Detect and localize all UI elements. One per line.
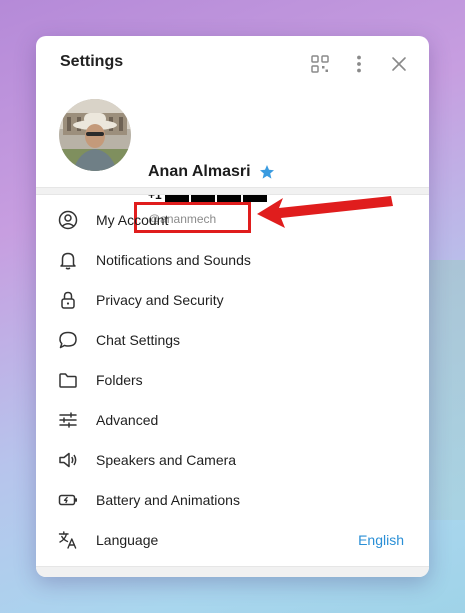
settings-dialog: Settings Anan Almasri +1 @ananmech My Ac… [36, 36, 429, 577]
folder-icon [57, 369, 79, 391]
chat-bubble-icon [57, 329, 79, 351]
dialog-title: Settings [60, 53, 124, 70]
menu-item-folders[interactable]: Folders [36, 360, 429, 400]
profile-section: Anan Almasri +1 @ananmech [36, 94, 429, 233]
battery-icon [57, 489, 79, 511]
menu-item-label: Privacy and Security [96, 292, 224, 308]
dialog-header: Settings [36, 36, 429, 94]
menu-item-language[interactable]: Language English [36, 520, 429, 560]
avatar[interactable] [59, 99, 131, 171]
menu-item-label: Chat Settings [96, 332, 181, 348]
profile-name: Anan Almasri [148, 163, 251, 180]
menu-item-privacy[interactable]: Privacy and Security [36, 280, 429, 320]
menu-item-label: My Account [96, 212, 169, 228]
menu-item-label: Notifications and Sounds [96, 252, 251, 268]
lock-icon [57, 289, 79, 311]
star-icon[interactable] [259, 164, 275, 180]
close-icon[interactable] [388, 53, 410, 75]
translate-icon [57, 529, 79, 551]
menu-item-label: Battery and Animations [96, 492, 240, 508]
menu-item-notifications[interactable]: Notifications and Sounds [36, 240, 429, 280]
menu-item-battery-animations[interactable]: Battery and Animations [36, 480, 429, 520]
profile-name-row: Anan Almasri [148, 163, 275, 181]
bottom-divider [36, 566, 429, 577]
menu-item-label: Language [96, 532, 159, 548]
speaker-icon [57, 449, 79, 471]
menu-item-label: Advanced [96, 412, 159, 428]
menu-item-label: Speakers and Camera [96, 452, 237, 468]
sliders-icon [57, 409, 79, 431]
menu-item-speakers-camera[interactable]: Speakers and Camera [36, 440, 429, 480]
background-window-edge [429, 260, 465, 520]
more-vertical-icon[interactable] [348, 53, 370, 75]
settings-menu: My Account Notifications and Sounds Priv… [36, 200, 429, 560]
menu-item-chat-settings[interactable]: Chat Settings [36, 320, 429, 360]
qr-code-icon[interactable] [309, 53, 331, 75]
menu-item-my-account[interactable]: My Account [36, 200, 429, 240]
menu-item-label: Folders [96, 372, 143, 388]
account-icon [57, 209, 79, 231]
language-value: English [358, 532, 404, 548]
bell-icon [57, 249, 79, 271]
section-divider [36, 187, 429, 195]
menu-item-advanced[interactable]: Advanced [36, 400, 429, 440]
